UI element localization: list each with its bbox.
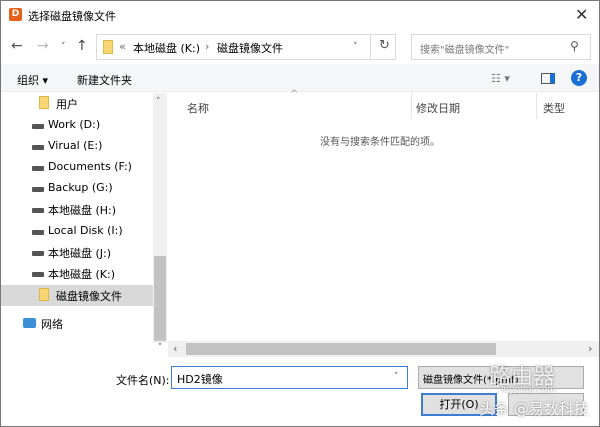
dialog-title: 选择磁盘镜像文件	[28, 10, 116, 23]
divider	[411, 93, 412, 119]
nav-label: 本地磁盘 (J:)	[48, 247, 112, 260]
nav-label: Backup (G:)	[48, 181, 113, 194]
nav-item-drive-i[interactable]: Local Disk (I:)	[1, 221, 153, 242]
nav-item-drive-e[interactable]: Virual (E:)	[1, 136, 153, 157]
address-bar[interactable]: « 本地磁盘 (K:) › 磁盘镜像文件 ˅ ↻	[96, 34, 396, 60]
divider	[536, 93, 537, 119]
recent-dropdown-icon[interactable]: ˅	[61, 42, 66, 52]
help-icon[interactable]: ?	[571, 70, 587, 86]
scroll-up-icon[interactable]: ˄	[156, 97, 161, 107]
up-icon[interactable]: ↑	[76, 38, 88, 54]
search-placeholder: 搜索"磁盘镜像文件"	[420, 45, 510, 56]
refresh-icon[interactable]: ↻	[379, 38, 390, 53]
column-header-type[interactable]: 类型	[543, 100, 565, 116]
back-icon[interactable]: ←	[11, 38, 23, 54]
breadcrumb-separator: ›	[205, 40, 210, 53]
drive-icon	[32, 230, 44, 235]
organize-button[interactable]: 组织 ▾	[17, 72, 48, 88]
drive-icon	[32, 251, 44, 256]
nav-label: 磁盘镜像文件	[56, 290, 122, 303]
drive-icon	[32, 187, 44, 192]
filename-label: 文件名(N):	[116, 374, 170, 387]
nav-label: 本地磁盘 (H:)	[48, 204, 117, 217]
new-folder-button[interactable]: 新建文件夹	[77, 72, 132, 88]
sort-arrow-icon: ^	[290, 89, 299, 100]
nav-item-drive-g[interactable]: Backup (G:)	[1, 178, 153, 199]
filename-input[interactable]: HD2镜像 ˅	[171, 366, 408, 389]
scroll-left-icon[interactable]: ‹	[173, 342, 177, 355]
scroll-down-icon[interactable]: ˅	[153, 343, 167, 357]
folder-icon	[39, 96, 49, 109]
drive-icon	[32, 145, 44, 150]
scroll-right-icon[interactable]: ›	[588, 342, 592, 355]
toolbar: 组织 ▾ 新建文件夹 ☷ ▾ ?	[1, 64, 599, 92]
nav-label: Work (D:)	[48, 118, 101, 131]
watermark-url: luyouqi.com	[501, 385, 557, 395]
breadcrumb-folder[interactable]: 磁盘镜像文件	[217, 40, 283, 56]
drive-icon	[32, 208, 44, 213]
nav-scrollbar-thumb[interactable]	[154, 256, 166, 341]
open-file-dialog: D 选择磁盘镜像文件 ✕ ← → ˅ ↑ « 本地磁盘 (K:) › 磁盘镜像文…	[0, 0, 600, 427]
filename-value: HD2镜像	[177, 373, 223, 386]
search-icon[interactable]: ⚲	[570, 39, 579, 53]
column-header-name[interactable]: 名称	[187, 100, 209, 116]
close-icon[interactable]: ✕	[575, 5, 588, 24]
forward-icon[interactable]: →	[37, 38, 49, 54]
view-options-icon[interactable]: ☷ ▾	[491, 72, 510, 85]
nav-label: 本地磁盘 (K:)	[48, 268, 115, 281]
breadcrumb-overflow[interactable]: «	[119, 40, 126, 53]
nav-item-drive-d[interactable]: Work (D:)	[1, 115, 153, 136]
network-icon	[23, 318, 36, 328]
chevron-down-icon[interactable]: ˅	[394, 372, 399, 382]
navigation-pane: 用户 Work (D:) Virual (E:) Documents (F:) …	[1, 93, 167, 343]
file-list: ^ 名称 修改日期 类型 没有与搜索条件匹配的项。	[168, 89, 599, 341]
title-bar: D 选择磁盘镜像文件 ✕	[1, 1, 599, 29]
divider	[370, 35, 371, 59]
nav-item-drive-k[interactable]: 本地磁盘 (K:)	[1, 263, 153, 284]
breadcrumb-drive[interactable]: 本地磁盘 (K:)	[133, 40, 200, 56]
nav-label: Virual (E:)	[48, 139, 103, 152]
folder-icon	[103, 40, 113, 54]
horizontal-scrollbar-thumb[interactable]	[186, 343, 496, 355]
nav-item-drive-f[interactable]: Documents (F:)	[1, 157, 153, 178]
nav-item-drive-h[interactable]: 本地磁盘 (H:)	[1, 199, 153, 220]
app-logo-icon: D	[9, 8, 22, 21]
nav-item-disk-image-folder[interactable]: 磁盘镜像文件	[1, 285, 153, 306]
nav-label: 用户	[56, 98, 78, 111]
column-header-modified[interactable]: 修改日期	[416, 100, 460, 116]
drive-icon	[32, 272, 44, 277]
nav-label: 网络	[41, 318, 63, 331]
nav-item-users[interactable]: 用户	[1, 93, 153, 114]
nav-label: Documents (F:)	[48, 160, 132, 173]
nav-label: Local Disk (I:)	[48, 224, 123, 237]
watermark-credit: 头条 @易数科技	[479, 400, 589, 418]
folder-icon	[39, 288, 49, 301]
nav-item-drive-j[interactable]: 本地磁盘 (J:)	[1, 242, 153, 263]
address-dropdown-icon[interactable]: ˅	[353, 42, 358, 52]
drive-icon	[32, 166, 44, 171]
search-input[interactable]: 搜索"磁盘镜像文件" ⚲	[411, 34, 591, 60]
drive-icon	[32, 124, 44, 129]
empty-message: 没有与搜索条件匹配的项。	[320, 137, 440, 148]
nav-item-network[interactable]: 网络	[1, 313, 153, 334]
preview-pane-icon[interactable]	[541, 73, 555, 84]
